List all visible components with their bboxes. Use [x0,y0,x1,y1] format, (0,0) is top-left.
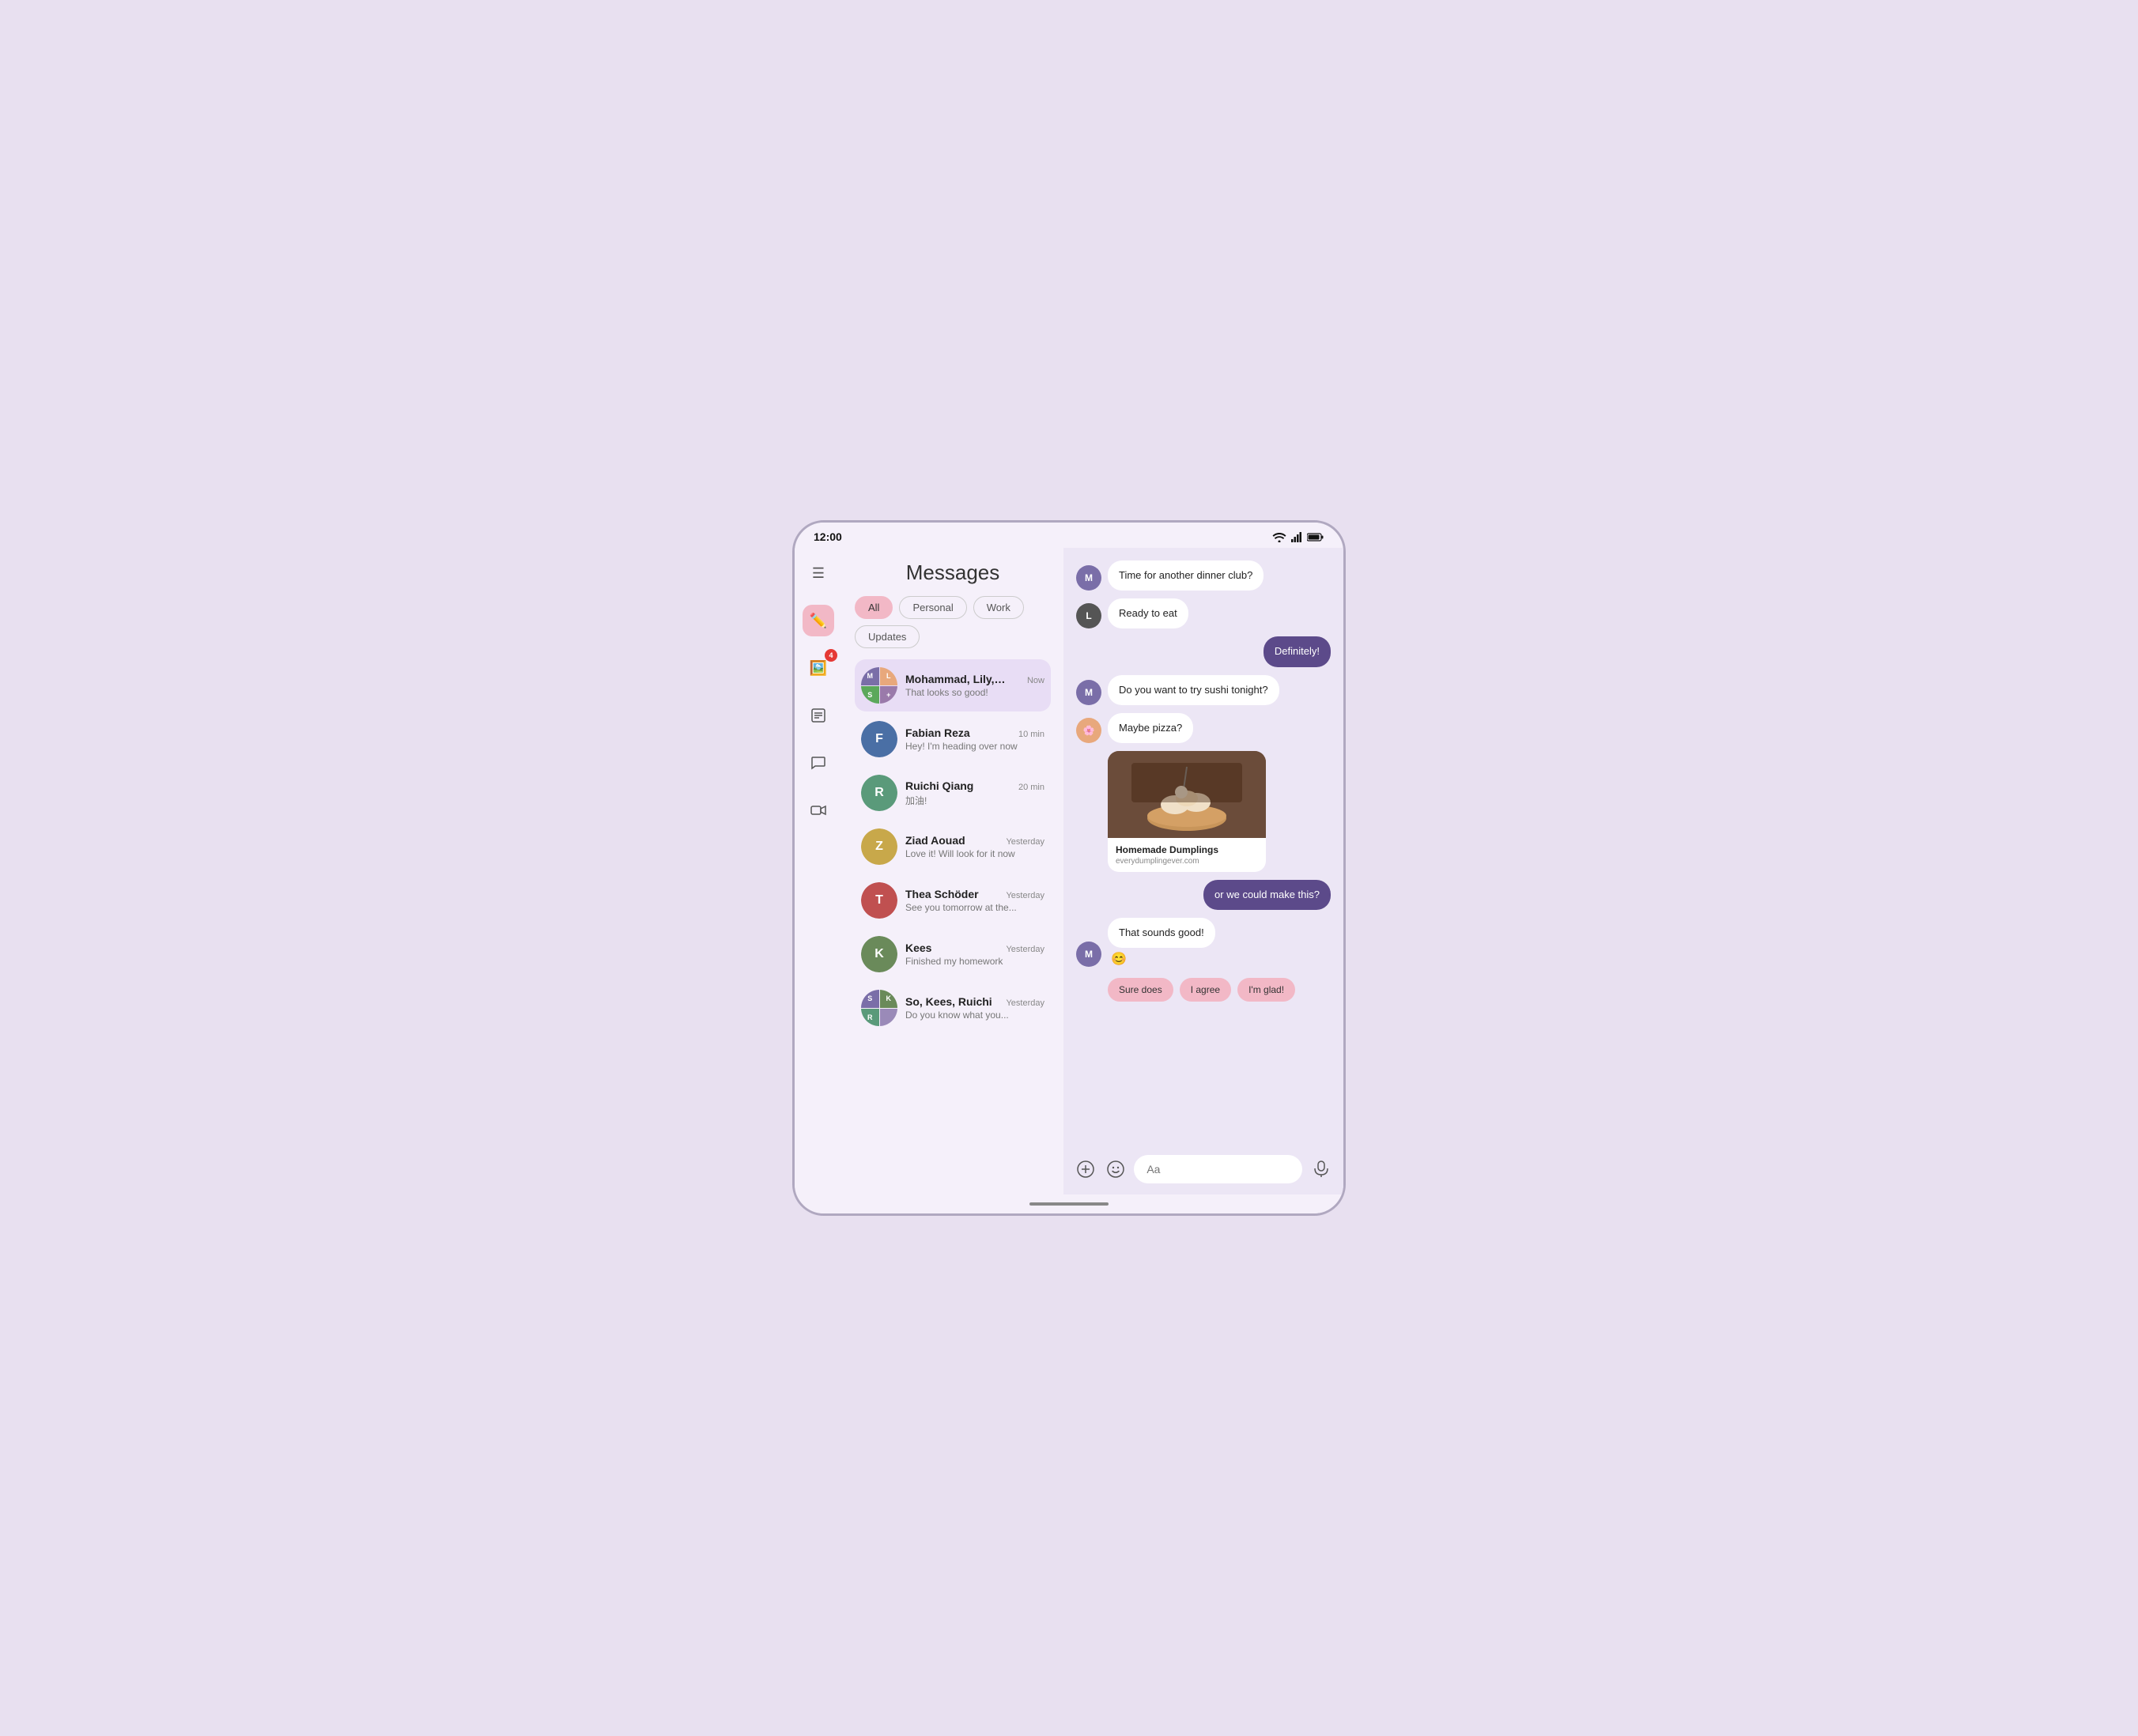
list-item[interactable]: K Kees Yesterday Finished my homework [855,928,1051,980]
message-row: L Ready to eat [1076,598,1331,628]
inbox-badge: 4 [825,649,837,662]
avatar: K [861,936,897,972]
conv-name: Ziad Aouad [905,834,965,847]
message-bubble: or we could make this? [1203,880,1331,910]
message-bubble: Time for another dinner club? [1108,560,1264,591]
conv-time: 10 min [1018,730,1044,739]
card-url: everydumplingever.com [1116,857,1258,866]
message-bubble: Maybe pizza? [1108,713,1193,743]
conv-time: 20 min [1018,783,1044,792]
conv-preview: Love it! Will look for it now [905,848,1044,859]
message-row: M Do you want to try sushi tonight? [1076,675,1331,705]
filter-all[interactable]: All [855,596,893,619]
avatar: 🌸 [1076,718,1101,743]
card-title: Homemade Dumplings [1116,844,1258,855]
message-card[interactable]: Homemade Dumplings everydumplingever.com [1108,751,1266,872]
conv-time: Now [1027,676,1044,685]
message-bubble: Do you want to try sushi tonight? [1108,675,1279,705]
avatar: R [861,775,897,811]
quick-replies: Sure does I agree I'm glad! [1076,975,1331,1008]
status-icons [1272,532,1324,542]
avatar: S K R [861,990,897,1026]
avatar: F [861,721,897,757]
quick-reply-im-glad[interactable]: I'm glad! [1237,978,1295,1002]
conv-name: Kees [905,942,931,954]
sidebar: ☰ ✏️ 🖼️ 4 [795,548,842,1194]
wifi-icon [1272,532,1286,542]
filter-updates[interactable]: Updates [855,625,920,648]
filter-row: All Personal Work Updates [855,596,1051,648]
emoji-button[interactable] [1105,1156,1127,1183]
list-item[interactable]: M L S + Mohammad, Lily, So Now That look… [855,659,1051,711]
chat-panel: M Time for another dinner club? L Ready … [1063,548,1343,1194]
list-item[interactable]: Z Ziad Aouad Yesterday Love it! Will loo… [855,821,1051,873]
card-image [1108,751,1266,838]
chat-messages: M Time for another dinner club? L Ready … [1063,548,1343,1147]
message-bubble: That sounds good! [1108,918,1215,948]
messages-title: Messages [855,548,1051,596]
quick-reply-i-agree[interactable]: I agree [1180,978,1231,1002]
app-container: ☰ ✏️ 🖼️ 4 [795,548,1343,1194]
voice-input-button[interactable] [1310,1156,1332,1183]
message-input[interactable] [1134,1155,1302,1183]
avatar: Z [861,828,897,865]
add-attachment-button[interactable] [1075,1156,1097,1183]
conv-name: So, Kees, Ruichi [905,995,992,1008]
conv-preview: That looks so good! [905,687,1044,698]
list-item[interactable]: R Ruichi Qiang 20 min 加油! [855,767,1051,819]
quick-reply-sure-does[interactable]: Sure does [1108,978,1173,1002]
list-item[interactable]: T Thea Schöder Yesterday See you tomorro… [855,874,1051,926]
avatar: M [1076,942,1101,967]
conv-time: Yesterday [1006,837,1044,847]
filter-personal[interactable]: Personal [899,596,966,619]
battery-icon [1307,533,1324,542]
home-indicator [795,1194,1343,1213]
conv-name: Thea Schöder [905,888,979,900]
conv-name: Ruichi Qiang [905,779,973,792]
avatar: M [1076,565,1101,591]
avatar: M [1076,680,1101,705]
notes-icon[interactable] [803,700,834,731]
conv-preview: 加油! [905,794,1044,807]
filter-work[interactable]: Work [973,596,1024,619]
message-row: M Time for another dinner club? [1076,560,1331,591]
signal-icon [1291,532,1302,542]
conv-preview: Do you know what you... [905,1010,1044,1021]
conv-preview: See you tomorrow at the... [905,902,1044,913]
message-row: Definitely! [1076,636,1331,666]
hamburger-menu-icon[interactable]: ☰ [803,557,834,589]
avatar: L [1076,603,1101,628]
message-row: M That sounds good! 😊 [1076,918,1331,967]
conv-time: Yesterday [1006,998,1044,1008]
reaction-emoji: 😊 [1108,951,1215,967]
conv-preview: Hey! I'm heading over now [905,741,1044,752]
message-row: 🌸 Maybe pizza? [1076,713,1331,743]
status-time: 12:00 [814,530,842,543]
message-bubble: Ready to eat [1108,598,1188,628]
compose-icon[interactable]: ✏️ [803,605,834,636]
video-icon[interactable] [803,794,834,826]
status-bar: 12:00 [795,523,1343,548]
messages-panel: Messages All Personal Work Updates M L S… [842,548,1063,1194]
conv-name: Mohammad, Lily, So [905,673,1008,685]
conv-preview: Finished my homework [905,956,1044,967]
avatar: M L S + [861,667,897,704]
conversation-list: M L S + Mohammad, Lily, So Now That look… [855,659,1051,1034]
list-item[interactable]: S K R So, Kees, Ruichi Yesterday Do you … [855,982,1051,1034]
device-frame: 12:00 ☰ [792,520,1346,1216]
inbox-icon[interactable]: 🖼️ 4 [803,652,834,684]
conv-name: Fabian Reza [905,726,970,739]
home-bar [1029,1202,1109,1206]
message-bubble: Definitely! [1264,636,1331,666]
chat-icon[interactable] [803,747,834,779]
message-row: or we could make this? [1076,880,1331,910]
list-item[interactable]: F Fabian Reza 10 min Hey! I'm heading ov… [855,713,1051,765]
chat-input-bar [1063,1147,1343,1194]
conv-time: Yesterday [1006,945,1044,954]
conv-time: Yesterday [1006,891,1044,900]
avatar: T [861,882,897,919]
